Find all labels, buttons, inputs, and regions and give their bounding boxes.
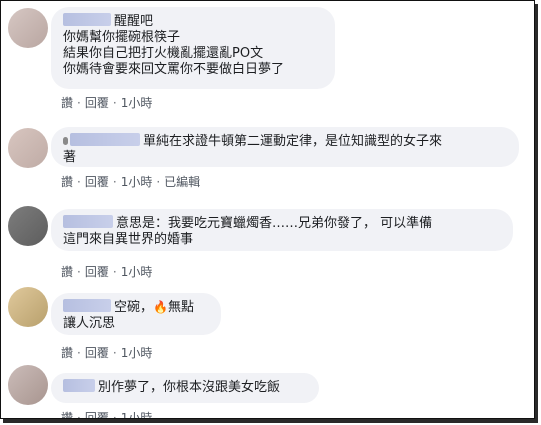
comment-text: 讓人沉思 <box>63 316 116 331</box>
comment-text: 無點 <box>167 300 194 315</box>
comment-text: 著 <box>63 150 77 165</box>
comment-actions: 讚 · 回覆 · 1小時 <box>61 409 152 419</box>
separator: · <box>112 345 117 360</box>
comment-text: 你媽待會要來回文罵你不要做白日夢了 <box>63 62 285 77</box>
commenter-name-redacted[interactable] <box>63 379 95 392</box>
comment-line: 空碗，🔥無點 <box>63 299 209 316</box>
commenter-name-redacted[interactable] <box>63 299 111 312</box>
separator: · <box>156 174 161 189</box>
comment-bubble: 醒醒吧 你媽幫你擺碗根筷子 結果你自己把打火機亂擺還亂PO文 你媽待會要來回文罵… <box>51 7 335 89</box>
comment-text: 意思是：我要吃元寶蠟燭香……兄弟你發了， 可以準備 <box>116 216 433 231</box>
like-button[interactable]: 讚 <box>61 411 73 418</box>
comment-bubble: 單純在求證牛頓第二運動定律，是位知識型的女子來 著 <box>51 127 519 167</box>
reply-button[interactable]: 回覆 <box>85 411 109 418</box>
separator: · <box>112 174 117 189</box>
commenter-name-redacted[interactable] <box>63 215 113 228</box>
reply-button[interactable]: 回覆 <box>85 346 109 360</box>
comment-bubble: 空碗，🔥無點 讓人沉思 <box>51 293 221 335</box>
separator: · <box>112 264 117 279</box>
comment-timestamp[interactable]: 1小時 <box>121 411 153 418</box>
commenter-name-redacted[interactable] <box>63 13 111 26</box>
reply-button[interactable]: 回覆 <box>85 175 109 189</box>
comment-timestamp[interactable]: 1小時 <box>121 96 153 110</box>
separator: · <box>112 410 117 419</box>
comment-text: 空碗， <box>114 300 154 315</box>
separator: · <box>77 264 81 279</box>
separator: · <box>77 174 81 189</box>
comment-timestamp[interactable]: 1小時 <box>121 346 153 360</box>
commenter-name-redacted[interactable] <box>70 133 140 146</box>
comment-actions: 讚 · 回覆 · 1小時 <box>61 94 152 111</box>
comment-bubble: 意思是：我要吃元寶蠟燭香……兄弟你發了， 可以準備 這門來自異世界的婚事 <box>51 209 513 251</box>
like-button[interactable]: 讚 <box>61 265 73 279</box>
comment-timestamp[interactable]: 1小時 <box>121 265 153 279</box>
like-button[interactable]: 讚 <box>61 346 73 360</box>
comment-text: 醒醒吧 <box>114 14 154 29</box>
comment-actions: 讚 · 回覆 · 1小時 <box>61 263 152 280</box>
reply-button[interactable]: 回覆 <box>85 265 109 279</box>
separator: · <box>112 95 117 110</box>
fire-icon: 🔥 <box>153 300 168 314</box>
avatar[interactable] <box>8 8 48 48</box>
comment-line: 別作夢了，你根本沒跟美女吃飯 <box>63 379 307 396</box>
comment-thread: 醒醒吧 你媽幫你擺碗根筷子 結果你自己把打火機亂擺還亂PO文 你媽待會要來回文罵… <box>0 0 535 419</box>
comment-line: 醒醒吧 <box>63 13 323 30</box>
comment-text: 單純在求證牛頓第二運動定律，是位知識型的女子來 <box>143 134 443 149</box>
comment-line: 單純在求證牛頓第二運動定律，是位知識型的女子來 <box>63 133 507 150</box>
comment-text: 這門來自異世界的婚事 <box>63 232 194 247</box>
avatar[interactable] <box>8 206 48 246</box>
comment-actions: 讚 · 回覆 · 1小時 <box>61 344 152 361</box>
comment-text: 結果你自己把打火機亂擺還亂PO文 <box>63 46 264 61</box>
edited-label[interactable]: 已編輯 <box>164 175 200 189</box>
like-button[interactable]: 讚 <box>61 175 73 189</box>
name-prefix-mark <box>63 137 68 145</box>
avatar[interactable] <box>8 365 48 405</box>
reply-button[interactable]: 回覆 <box>85 96 109 110</box>
comment-timestamp[interactable]: 1小時 <box>121 175 153 189</box>
separator: · <box>77 95 81 110</box>
separator: · <box>77 410 81 419</box>
comment-bubble: 別作夢了，你根本沒跟美女吃飯 <box>51 373 319 403</box>
comment-text: 你媽幫你擺碗根筷子 <box>63 30 181 45</box>
comment-text: 別作夢了，你根本沒跟美女吃飯 <box>98 380 281 395</box>
like-button[interactable]: 讚 <box>61 96 73 110</box>
avatar[interactable] <box>8 128 48 168</box>
comment-actions: 讚 · 回覆 · 1小時 · 已編輯 <box>61 173 200 190</box>
separator: · <box>77 345 81 360</box>
avatar[interactable] <box>8 287 48 327</box>
comment-line: 意思是：我要吃元寶蠟燭香……兄弟你發了， 可以準備 <box>63 215 501 232</box>
